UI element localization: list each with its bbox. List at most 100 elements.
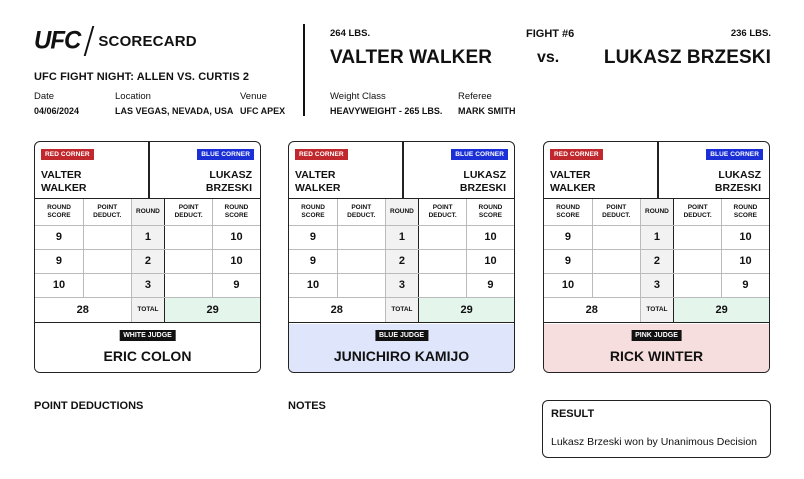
red-round-score-header: ROUND SCORE xyxy=(544,199,593,226)
red-round-score-header: ROUND SCORE xyxy=(35,199,84,226)
blue-fighter-weight: 236 LBS. xyxy=(730,28,771,39)
red-point-deduct xyxy=(82,248,132,274)
red-round-score: 10 xyxy=(289,272,338,298)
judge-area: BLUE JUDGE JUNICHIRO KAMIJO xyxy=(289,324,514,372)
red-round-score: 9 xyxy=(35,248,84,274)
red-corner-badge: RED CORNER xyxy=(550,149,603,160)
blue-round-score-header: ROUND SCORE xyxy=(211,199,260,226)
round-number: 2 xyxy=(130,248,166,274)
judge-badge: BLUE JUDGE xyxy=(374,330,429,341)
red-round-score: 10 xyxy=(544,272,593,298)
red-point-deduct-header: POINT DEDUCT. xyxy=(82,199,132,226)
blue-round-score: 10 xyxy=(720,248,769,274)
card-corners: RED CORNER BLUE CORNER VALTER WALKER LUK… xyxy=(289,142,514,199)
blue-corner-fighter: LUKASZ BRZESKI xyxy=(206,169,252,194)
blue-point-deduct xyxy=(164,224,213,250)
blue-total: 29 xyxy=(673,296,769,323)
blue-round-score: 10 xyxy=(465,248,514,274)
red-point-deduct xyxy=(336,248,386,274)
judge-name: JUNICHIRO KAMIJO xyxy=(333,348,470,364)
blue-first-name: LUKASZ xyxy=(209,169,252,181)
blue-round-score: 9 xyxy=(211,272,260,298)
round-number: 1 xyxy=(384,224,420,250)
red-point-deduct xyxy=(82,272,132,298)
venue-field: Venue UFC APEX xyxy=(240,91,285,116)
blue-point-deduct xyxy=(418,224,467,250)
card-corners: RED CORNER BLUE CORNER VALTER WALKER LUK… xyxy=(544,142,769,199)
blue-point-deduct xyxy=(164,272,213,298)
blue-first-name: LUKASZ xyxy=(718,169,761,181)
referee-label: Referee xyxy=(458,91,492,102)
judge-badge: WHITE JUDGE xyxy=(119,330,176,341)
red-fighter-weight: 264 LBS. xyxy=(330,28,371,39)
blue-corner-fighter: LUKASZ BRZESKI xyxy=(715,169,761,194)
date-label: Date xyxy=(34,91,55,102)
red-last-name: WALKER xyxy=(295,181,341,194)
blue-point-deduct xyxy=(418,248,467,274)
referee-value: MARK SMITH xyxy=(458,106,516,116)
blue-corner-badge: BLUE CORNER xyxy=(197,149,254,160)
blue-point-deduct xyxy=(673,248,722,274)
round-header: ROUND xyxy=(384,199,420,226)
blue-point-deduct-header: POINT DEDUCT. xyxy=(164,199,213,226)
location-field: Location LAS VEGAS, NEVADA, USA xyxy=(115,91,233,116)
result-text: Lukasz Brzeski won by Unanimous Decision xyxy=(551,436,758,448)
date-field: Date 04/06/2024 xyxy=(34,91,79,116)
score-table: ROUND SCORE POINT DEDUCT. ROUND POINT DE… xyxy=(289,199,514,323)
red-last-name: WALKER xyxy=(550,181,596,194)
blue-round-score: 10 xyxy=(465,224,514,250)
venue-label: Venue xyxy=(240,91,267,102)
total-row: 28 TOTAL 29 xyxy=(35,296,260,323)
red-corner-fighter: VALTER WALKER xyxy=(295,169,341,194)
blue-round-score: 9 xyxy=(720,272,769,298)
result-title: RESULT xyxy=(551,408,595,420)
red-round-score: 10 xyxy=(35,272,84,298)
total-row: 28 TOTAL 29 xyxy=(289,296,514,323)
round-row: 9 1 10 xyxy=(544,224,769,250)
round-number: 2 xyxy=(384,248,420,274)
card-corners: RED CORNER BLUE CORNER VALTER WALKER LUK… xyxy=(35,142,260,199)
red-total: 28 xyxy=(289,296,386,323)
result-box: RESULT Lukasz Brzeski won by Unanimous D… xyxy=(542,400,771,458)
red-first-name: VALTER xyxy=(295,169,336,181)
score-table-header: ROUND SCORE POINT DEDUCT. ROUND POINT DE… xyxy=(289,199,514,226)
round-number: 3 xyxy=(639,272,675,298)
score-table-header: ROUND SCORE POINT DEDUCT. ROUND POINT DE… xyxy=(544,199,769,226)
blue-corner-badge: BLUE CORNER xyxy=(451,149,508,160)
score-table: ROUND SCORE POINT DEDUCT. ROUND POINT DE… xyxy=(35,199,260,323)
red-point-deduct xyxy=(591,248,641,274)
location-label: Location xyxy=(115,91,151,102)
judge-badge: PINK JUDGE xyxy=(631,330,682,341)
blue-point-deduct-header: POINT DEDUCT. xyxy=(673,199,722,226)
total-row: 28 TOTAL 29 xyxy=(544,296,769,323)
round-header: ROUND xyxy=(130,199,166,226)
red-corner-fighter: VALTER WALKER xyxy=(550,169,596,194)
red-corner-fighter: VALTER WALKER xyxy=(41,169,87,194)
location-value: LAS VEGAS, NEVADA, USA xyxy=(115,106,234,116)
red-point-deduct-header: POINT DEDUCT. xyxy=(591,199,641,226)
logo-scorecard-text: SCORECARD xyxy=(98,32,197,50)
red-first-name: VALTER xyxy=(41,169,82,181)
venue-value: UFC APEX xyxy=(240,106,286,116)
round-row: 9 2 10 xyxy=(35,248,260,274)
judge-scorecard-1: RED CORNER BLUE CORNER VALTER WALKER LUK… xyxy=(34,141,261,373)
notes-title: NOTES xyxy=(288,400,326,412)
round-row: 10 3 9 xyxy=(289,272,514,298)
blue-last-name: BRZESKI xyxy=(205,181,252,194)
red-round-score: 9 xyxy=(289,248,338,274)
blue-point-deduct xyxy=(164,248,213,274)
red-round-score: 9 xyxy=(35,224,84,250)
red-point-deduct xyxy=(336,224,386,250)
weight-class-field: Weight Class HEAVYWEIGHT - 265 LBS. xyxy=(330,91,442,116)
round-number: 1 xyxy=(639,224,675,250)
corner-divider xyxy=(402,142,404,199)
header-divider xyxy=(303,24,305,116)
round-number: 3 xyxy=(130,272,166,298)
red-last-name: WALKER xyxy=(41,181,87,194)
round-number: 1 xyxy=(130,224,166,250)
red-round-score: 9 xyxy=(289,224,338,250)
blue-first-name: LUKASZ xyxy=(463,169,506,181)
blue-round-score-header: ROUND SCORE xyxy=(720,199,769,226)
red-total: 28 xyxy=(35,296,132,323)
score-table: ROUND SCORE POINT DEDUCT. ROUND POINT DE… xyxy=(544,199,769,323)
